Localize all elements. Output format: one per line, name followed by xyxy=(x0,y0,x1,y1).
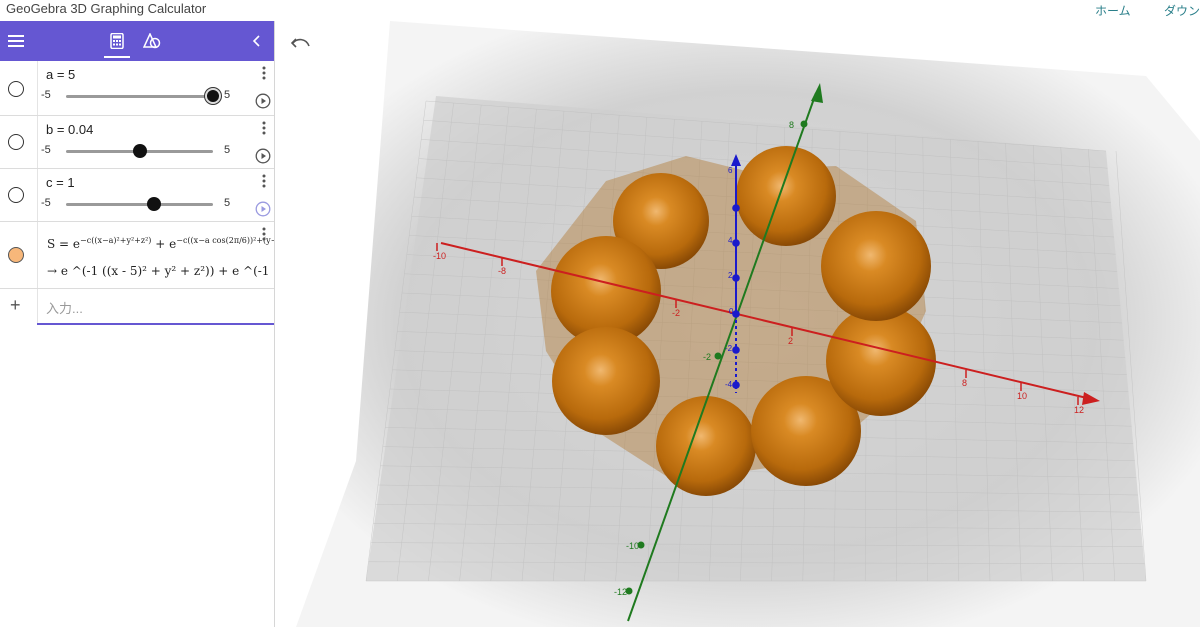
input-row: + 入力... xyxy=(0,289,274,325)
row-divider xyxy=(37,222,38,288)
z-tick xyxy=(732,346,740,354)
z-tick xyxy=(732,204,740,212)
y-tick-label: -12 xyxy=(614,587,627,597)
z-tick-label: -4 xyxy=(725,380,733,389)
x-tick-label: -10 xyxy=(433,251,446,261)
slider-thumb[interactable] xyxy=(205,88,221,104)
slider-track[interactable] xyxy=(66,95,213,98)
slider-row-b: b = 0.04 -5 5 xyxy=(0,116,274,169)
algebra-toolbar xyxy=(0,21,274,61)
x-tick-label: 8 xyxy=(962,378,967,388)
menu-icon[interactable] xyxy=(5,30,27,52)
y-tick xyxy=(800,120,808,128)
row-divider xyxy=(37,169,38,221)
x-tick-label: -2 xyxy=(672,308,680,318)
z-tick xyxy=(732,239,740,247)
3d-scene[interactable]: -10 -8 -2 2 8 10 12 8 -2 -10 -12 6 4 2 0 -2 -4 xyxy=(276,21,1200,627)
x-tick-label: -8 xyxy=(498,266,506,276)
slider-min: -5 xyxy=(41,144,51,156)
row-divider xyxy=(37,61,38,115)
slider-thumb[interactable] xyxy=(147,197,162,211)
slider-track[interactable] xyxy=(66,203,213,206)
surface-row: S = e−c((x−a)²+y²+z²) + e−c((x−a cos(2π/… xyxy=(0,222,274,289)
geometry-tools-icon[interactable] xyxy=(141,30,163,52)
formula-plus: + e xyxy=(155,237,177,251)
formula-exponent-1: −c((x−a)²+y²+z²) xyxy=(80,236,152,245)
z-tick-label: 6 xyxy=(728,166,733,175)
z-tick xyxy=(732,381,740,389)
more-options-icon[interactable] xyxy=(258,120,270,136)
slider-thumb[interactable] xyxy=(133,144,148,158)
app-title: GeoGebra 3D Graphing Calculator xyxy=(6,1,207,16)
slider-max: 5 xyxy=(224,144,231,156)
title-bar: GeoGebra 3D Graphing Calculator ホーム ダウン xyxy=(0,0,1200,21)
formula-head: S = e xyxy=(47,237,81,251)
slider-min: -5 xyxy=(41,89,51,101)
more-options-icon[interactable] xyxy=(258,65,270,81)
z-tick-label: 0 xyxy=(729,307,734,316)
plus-icon[interactable]: + xyxy=(10,295,21,316)
top-links: ホーム ダウン xyxy=(1065,2,1200,19)
play-icon[interactable] xyxy=(255,93,271,109)
calculator-icon[interactable] xyxy=(106,30,128,52)
row-divider xyxy=(37,289,38,325)
y-tick xyxy=(714,352,722,360)
z-tick-label: 2 xyxy=(728,271,733,280)
play-icon[interactable] xyxy=(255,148,271,164)
play-icon[interactable] xyxy=(255,201,271,217)
visibility-toggle[interactable] xyxy=(8,187,24,203)
visibility-toggle[interactable] xyxy=(8,247,24,263)
slider-definition[interactable]: a = 5 xyxy=(46,67,75,82)
surface-formula[interactable]: S = e−c((x−a)²+y²+z²) + e−c((x−a cos(2π/… xyxy=(47,236,274,251)
download-link[interactable]: ダウン xyxy=(1164,4,1200,18)
slider-row-c: c = 1 -5 5 xyxy=(0,169,274,222)
x-tick-label: 2 xyxy=(788,336,793,346)
x-tick-label: 10 xyxy=(1017,391,1027,401)
y-tick-label: -10 xyxy=(626,541,639,551)
slider-definition[interactable]: b = 0.04 xyxy=(46,122,93,137)
z-tick-label: -2 xyxy=(725,344,733,353)
home-link[interactable]: ホーム xyxy=(1095,4,1131,18)
surface-output: → e ^(-1 ((x - 5)² + y² + z²)) + e ^(-1 xyxy=(47,264,270,278)
y-tick-label: 8 xyxy=(789,120,794,130)
more-options-icon[interactable] xyxy=(258,173,270,189)
tab-underline xyxy=(104,56,130,58)
graphics-3d-view[interactable]: -10 -8 -2 2 8 10 12 8 -2 -10 -12 6 4 2 0 -2 -4 xyxy=(276,21,1200,627)
undo-icon[interactable] xyxy=(291,35,311,51)
slider-min: -5 xyxy=(41,197,51,209)
visibility-toggle[interactable] xyxy=(8,81,24,97)
chevron-left-icon[interactable] xyxy=(246,30,268,52)
row-divider xyxy=(37,116,38,168)
more-options-icon[interactable] xyxy=(258,226,270,242)
algebra-view: a = 5 -5 5 b = 0.04 -5 5 c = 1 -5 5 S = … xyxy=(0,21,275,627)
x-tick-label: 12 xyxy=(1074,405,1084,415)
slider-max: 5 xyxy=(224,89,231,101)
y-tick-label: -2 xyxy=(703,352,711,362)
slider-row-a: a = 5 -5 5 xyxy=(0,61,274,116)
slider-max: 5 xyxy=(224,197,231,209)
visibility-toggle[interactable] xyxy=(8,134,24,150)
algebra-input[interactable]: 入力... xyxy=(46,298,83,317)
input-underline xyxy=(37,323,274,325)
z-tick-label: 4 xyxy=(728,236,733,245)
slider-definition[interactable]: c = 1 xyxy=(46,175,75,190)
z-tick xyxy=(732,274,740,282)
